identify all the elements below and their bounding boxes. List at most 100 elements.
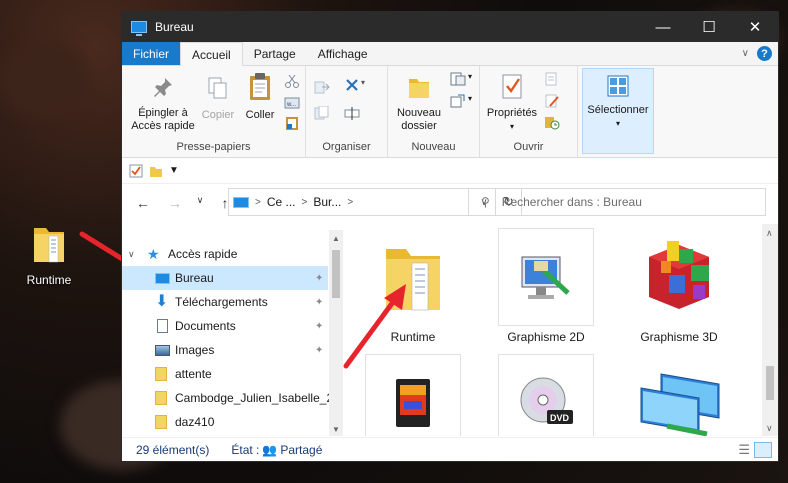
chevron-right-icon: > bbox=[301, 196, 308, 208]
desktop-icon-label: Runtime bbox=[26, 273, 72, 287]
copy-icon bbox=[208, 77, 227, 99]
tile-thumb bbox=[631, 354, 727, 436]
easy-access-icon[interactable] bbox=[450, 94, 466, 108]
new-folder-icon[interactable] bbox=[149, 164, 163, 178]
tab-home[interactable]: Accueil bbox=[180, 42, 243, 66]
nav-item-pictures[interactable]: Images ✦ bbox=[122, 338, 328, 362]
item-count: 29 élément(s) bbox=[136, 442, 210, 457]
help-icon[interactable]: ? bbox=[757, 46, 772, 61]
chevron-down-icon[interactable]: ∨ bbox=[128, 249, 135, 260]
move-to-icon[interactable] bbox=[314, 80, 330, 94]
nav-item-label: Téléchargements bbox=[175, 295, 268, 309]
minimize-icon: — bbox=[655, 18, 671, 36]
pictures-icon bbox=[155, 344, 170, 356]
nav-item-attente[interactable]: attente bbox=[122, 362, 328, 386]
chevron-down-icon: ▾ bbox=[615, 119, 620, 128]
maximize-icon: ☐ bbox=[702, 19, 716, 36]
nav-item-documents[interactable]: Documents ✦ bbox=[122, 314, 328, 338]
document-icon bbox=[157, 319, 168, 333]
nav-quick-access[interactable]: ∨ ★ Accès rapide bbox=[122, 242, 328, 266]
history-icon[interactable] bbox=[544, 116, 560, 130]
file-tile-graphisme-3d[interactable]: Graphisme 3D bbox=[618, 228, 740, 344]
content-scrollbar[interactable]: ∧ ∨ bbox=[762, 224, 778, 436]
large-icons-view-icon[interactable] bbox=[754, 441, 772, 458]
organize-group-label: Organiser bbox=[322, 141, 371, 153]
nav-item-downloads[interactable]: ⬇ Téléchargements ✦ bbox=[122, 290, 328, 314]
pin-quick-access-button[interactable]: Épingler à Accès rapide bbox=[128, 76, 198, 133]
file-tile-graphisme-2d[interactable]: Graphisme 2D bbox=[485, 228, 607, 344]
tab-file[interactable]: Fichier bbox=[122, 42, 181, 65]
close-button[interactable]: ✕ bbox=[732, 12, 778, 42]
edit-icon[interactable] bbox=[544, 94, 560, 108]
nav-buttons: ← → ∨ ↑ bbox=[132, 195, 236, 211]
open-icon[interactable] bbox=[544, 72, 560, 86]
properties-icon bbox=[502, 74, 522, 99]
details-view-icon[interactable]: ☰ bbox=[738, 442, 750, 458]
star-icon: ★ bbox=[147, 245, 160, 262]
chevron-up-icon[interactable]: ∧ bbox=[766, 228, 773, 239]
chevron-down-icon[interactable]: ▼ bbox=[332, 425, 340, 434]
customize-toolbar-icon[interactable]: ▼ bbox=[169, 165, 179, 176]
nav-item-label: attente bbox=[175, 367, 212, 381]
forward-arrow-icon[interactable]: → bbox=[164, 195, 186, 211]
status-bar: 29 élément(s) État : 👥 Partagé ☰ bbox=[122, 437, 778, 461]
nav-item-label: daz410 bbox=[175, 415, 215, 429]
users-icon: 👥 bbox=[262, 442, 278, 457]
minimize-button[interactable]: — bbox=[640, 12, 686, 42]
chevron-down-icon[interactable]: ▾ bbox=[468, 94, 472, 103]
properties-button[interactable]: Propriétés ▾ bbox=[484, 72, 540, 133]
content-scrollbar-thumb[interactable] bbox=[766, 366, 774, 400]
file-tile-dvd[interactable]: DVD bbox=[485, 354, 607, 436]
pin-icon: ✦ bbox=[315, 272, 324, 284]
properties-label: Propriétés bbox=[486, 107, 538, 119]
delete-icon[interactable] bbox=[344, 78, 360, 92]
tab-view[interactable]: Affichage bbox=[307, 42, 379, 65]
copy-path-icon[interactable]: w... bbox=[284, 96, 300, 110]
new-folder-label-2: dossier bbox=[401, 120, 437, 132]
copy-label: Copier bbox=[201, 109, 235, 121]
desktop-runtime-shortcut[interactable]: Runtime bbox=[18, 222, 80, 287]
chevron-down-icon[interactable]: ∨ bbox=[742, 48, 749, 59]
folder-icon bbox=[155, 391, 167, 405]
chevron-down-icon[interactable]: ∨ bbox=[196, 195, 204, 211]
nav-scrollbar-thumb[interactable] bbox=[332, 250, 340, 298]
chevron-down-icon[interactable]: ∨ bbox=[766, 423, 773, 434]
dvd-icon: DVD bbox=[520, 377, 573, 424]
maximize-button[interactable]: ☐ bbox=[686, 12, 732, 42]
chevron-down-icon[interactable]: ▾ bbox=[468, 72, 472, 81]
properties-icon[interactable] bbox=[129, 164, 143, 178]
paste-shortcut-icon[interactable] bbox=[284, 116, 300, 130]
breadcrumb-desktop[interactable]: Bur... bbox=[313, 195, 341, 209]
title-bar[interactable]: Bureau — ☐ ✕ bbox=[122, 12, 778, 42]
new-item-icon[interactable] bbox=[450, 72, 466, 86]
nav-item-desktop[interactable]: Bureau ✦ bbox=[122, 266, 328, 290]
chevron-down-icon[interactable]: ▾ bbox=[361, 78, 365, 87]
tile-thumb bbox=[498, 228, 594, 326]
file-list: Runtime Graphisme 2D Graphisme 3D DVD bbox=[352, 224, 778, 436]
group-clipboard: Épingler à Accès rapide Copier Coller w.… bbox=[122, 66, 306, 157]
file-tile-monitors[interactable] bbox=[618, 354, 740, 436]
search-icon: ⚲ bbox=[481, 195, 490, 209]
nav-item-cambodge[interactable]: Cambodge_Julien_Isabelle_20 bbox=[122, 386, 340, 410]
pin-label-1: Épingler à bbox=[138, 107, 188, 119]
group-new: Nouveau dossier ▾ ▾ Nouveau bbox=[388, 66, 480, 157]
new-folder-button[interactable]: Nouveau dossier bbox=[392, 74, 446, 133]
paste-button[interactable]: Coller bbox=[240, 72, 280, 122]
copy-button[interactable]: Copier bbox=[198, 76, 238, 122]
select-button[interactable]: Sélectionner ▾ bbox=[583, 75, 653, 130]
nav-item-daz410[interactable]: daz410 bbox=[122, 410, 328, 434]
folder-icon bbox=[155, 367, 167, 381]
chevron-up-icon[interactable]: ▲ bbox=[332, 234, 340, 243]
copy-to-icon[interactable] bbox=[314, 106, 330, 120]
cut-icon[interactable] bbox=[284, 74, 300, 88]
nav-item-label: Documents bbox=[175, 319, 236, 333]
tab-share[interactable]: Partage bbox=[243, 42, 307, 65]
new-folder-label-1: Nouveau bbox=[396, 107, 442, 119]
breadcrumb-this-pc[interactable]: Ce ... bbox=[267, 195, 296, 209]
rename-icon[interactable] bbox=[344, 106, 360, 120]
quick-access-toolbar: ▼ bbox=[122, 158, 778, 184]
state-value: Partagé bbox=[280, 442, 323, 457]
window-title: Bureau bbox=[155, 20, 194, 34]
search-input[interactable]: ⚲ Rechercher dans : Bureau bbox=[468, 188, 766, 216]
back-arrow-icon[interactable]: ← bbox=[132, 195, 154, 211]
